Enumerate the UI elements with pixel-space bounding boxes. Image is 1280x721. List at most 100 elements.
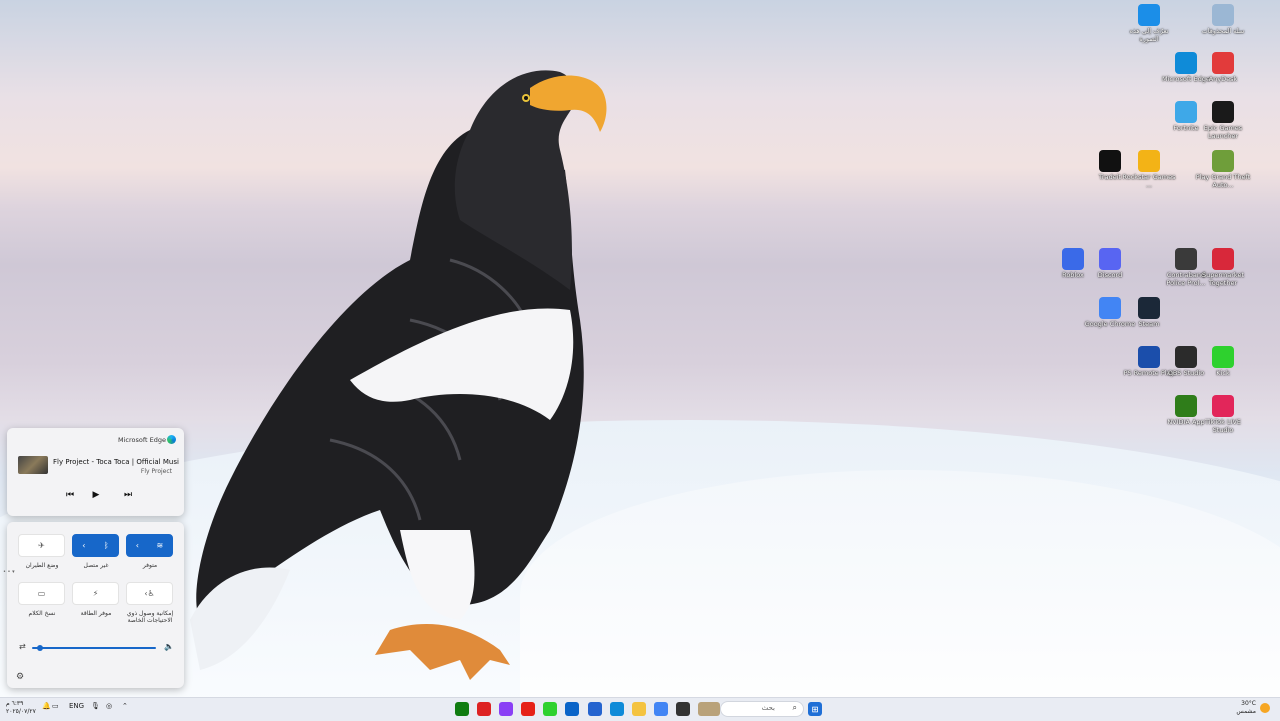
recycle-bin-icon — [1212, 4, 1234, 26]
anydesk-icon — [1212, 52, 1234, 74]
clock[interactable]: ٦:٣٩ م ٢٠٢٥/٠٧/٢٧ — [6, 700, 36, 716]
discord-icon — [1099, 248, 1121, 270]
desktop-icon[interactable]: Steam — [1121, 297, 1177, 329]
file-explorer-icon[interactable] — [632, 702, 646, 716]
language-indicator[interactable]: ENG — [69, 702, 84, 710]
show-hidden-icons-chevron[interactable]: ⌃ — [122, 702, 128, 710]
bluetooth-icon: ᛒ — [103, 541, 109, 550]
search-box[interactable]: بحث ⌕ — [720, 701, 804, 717]
kick-icon[interactable] — [543, 702, 557, 716]
wifi-tile[interactable]: ‹ ≋ — [126, 534, 173, 557]
volume-icon[interactable]: 🔈 — [164, 642, 174, 651]
rockstar-icon — [1138, 150, 1160, 172]
tiktok-icon — [1212, 395, 1234, 417]
desktop-icon-label: Rockstar Games ... — [1122, 173, 1176, 189]
obs-icon — [1175, 346, 1197, 368]
steam-icon — [1138, 297, 1160, 319]
desktop-icon[interactable]: TikTok LIVE Studio — [1195, 395, 1251, 434]
energy-saver-tile-label: موفر الطاقة — [80, 610, 112, 617]
epic-games-icon — [1212, 101, 1234, 123]
chevron-left-icon[interactable]: ‹ — [82, 541, 85, 550]
quick-settings-pager[interactable]: • • ▾ — [3, 570, 15, 575]
gear-icon[interactable]: ⚙ — [16, 672, 24, 682]
media-app-name: Microsoft Edge — [117, 436, 166, 444]
clock-time: ٦:٣٩ م — [6, 700, 24, 707]
accessibility-tile-label: إمكانية وصول ذوي الاحتياجات الخاصة — [126, 610, 174, 624]
desktop-icon-label: AnyDesk — [1208, 75, 1238, 83]
accessibility-tile[interactable]: ‹ ♿ — [126, 582, 173, 605]
notification-icon[interactable]: 🔔 — [42, 702, 51, 710]
weather-widget[interactable]: 30°C مشمس — [1232, 700, 1256, 716]
desktop-wallpaper — [0, 0, 1280, 697]
volume-slider-track[interactable] — [32, 647, 156, 649]
terminal-icon[interactable] — [676, 702, 690, 716]
desktop-icon[interactable]: Supermarket Together — [1195, 248, 1251, 287]
energy-saver-tile[interactable]: ⚡ — [72, 582, 119, 605]
weather-temperature: 30°C — [1241, 700, 1256, 707]
bluetooth-tile[interactable]: ‹ ᛒ — [72, 534, 119, 557]
media-artist: Fly Project — [140, 468, 172, 475]
edge-icon[interactable] — [610, 702, 624, 716]
xbox-icon[interactable] — [455, 702, 469, 716]
chrome-icon[interactable] — [654, 702, 668, 716]
kick-icon — [1212, 346, 1234, 368]
chrome-icon — [1099, 297, 1121, 319]
eagle-image — [190, 70, 607, 680]
accessibility-icon: ♿ — [147, 589, 155, 598]
fortnite-icon — [1175, 101, 1197, 123]
desktop-icon-label: Epic Games Launcher — [1203, 124, 1243, 140]
search-placeholder: بحث — [761, 704, 775, 712]
volume-settings-icon[interactable]: ⇄ — [19, 642, 26, 651]
desktop-icon[interactable]: Epic Games Launcher — [1195, 101, 1251, 140]
supermarket-icon — [1212, 248, 1234, 270]
media-thumbnail — [18, 456, 48, 474]
start-icon[interactable]: ⊞ — [808, 702, 822, 716]
desktop-icon[interactable]: Kick — [1195, 346, 1251, 378]
play-button[interactable]: ▶ — [89, 488, 103, 502]
contraband-icon — [1175, 248, 1197, 270]
tradeit-icon — [1099, 150, 1121, 172]
store-icon[interactable] — [588, 702, 602, 716]
ps-remote-icon — [1138, 346, 1160, 368]
copilot-icon[interactable]: ◎ — [106, 702, 112, 710]
desktop-icon[interactable]: سلة المحذوفات — [1195, 4, 1251, 36]
gta-icon — [1212, 150, 1234, 172]
widgets-icon[interactable] — [698, 702, 720, 716]
nvidia-icon — [1175, 395, 1197, 417]
desktop-icon[interactable]: Rockstar Games ... — [1121, 150, 1177, 189]
bluetooth-tile-label: غير متصل — [83, 562, 109, 569]
desktop-icon-label: سلة المحذوفات — [1201, 27, 1245, 35]
roblox-icon — [1062, 248, 1084, 270]
mail-icon[interactable] — [565, 702, 579, 716]
clock-date: ٢٠٢٥/٠٧/٢٧ — [6, 708, 36, 715]
desktop-icon-label: TikTok LIVE Studio — [1204, 418, 1242, 434]
live-captions-tile[interactable]: ▭ — [18, 582, 65, 605]
screen-icon[interactable]: ▭ — [52, 702, 59, 710]
rockstar-launcher-icon[interactable] — [477, 702, 491, 716]
wifi-icon: ≋ — [156, 541, 164, 550]
desktop-icon-label: Steam — [1138, 320, 1160, 328]
youtube-icon[interactable] — [521, 702, 535, 716]
desktop-icon-label: Discord — [1097, 271, 1123, 279]
messenger-icon[interactable] — [499, 702, 513, 716]
next-track-button[interactable]: ⏭ — [121, 488, 135, 502]
edge-icon — [1175, 52, 1197, 74]
desktop-icon-label: Kick — [1216, 369, 1230, 377]
desktop-icon-label: Supermarket Together — [1202, 271, 1244, 287]
airplane-mode-tile[interactable]: ✈ — [18, 534, 65, 557]
media-flyout: Microsoft Edge Fly Project - Toca Toca |… — [7, 428, 184, 516]
desktop-icon[interactable]: Play Grand Theft Auto... — [1195, 150, 1251, 189]
microphone-icon[interactable]: 🎙 — [91, 702, 100, 710]
wifi-tile-label: متوفر — [142, 562, 158, 569]
airplane-mode-tile-label: وضع الطيران — [25, 562, 59, 569]
desktop-icon-label: تعرّف إلى هذه الصورة — [1129, 27, 1169, 43]
desktop-icon[interactable]: تعرّف إلى هذه الصورة — [1121, 4, 1177, 43]
chevron-left-icon[interactable]: ‹ — [136, 541, 139, 550]
desktop-icon-label: Play Grand Theft Auto... — [1195, 173, 1251, 189]
desktop-icon[interactable]: AnyDesk — [1195, 52, 1251, 84]
search-icon: ⌕ — [792, 703, 797, 712]
sun-icon — [1260, 703, 1270, 713]
previous-track-button[interactable]: ⏮ — [63, 488, 77, 502]
desktop-icon[interactable]: Discord — [1082, 248, 1138, 280]
taskbar: ٦:٣٩ م ٢٠٢٥/٠٧/٢٧ 🔔 ▭ ENG 🎙 ◎ ⌃ بحث ⌕ ⊞ … — [0, 697, 1280, 721]
